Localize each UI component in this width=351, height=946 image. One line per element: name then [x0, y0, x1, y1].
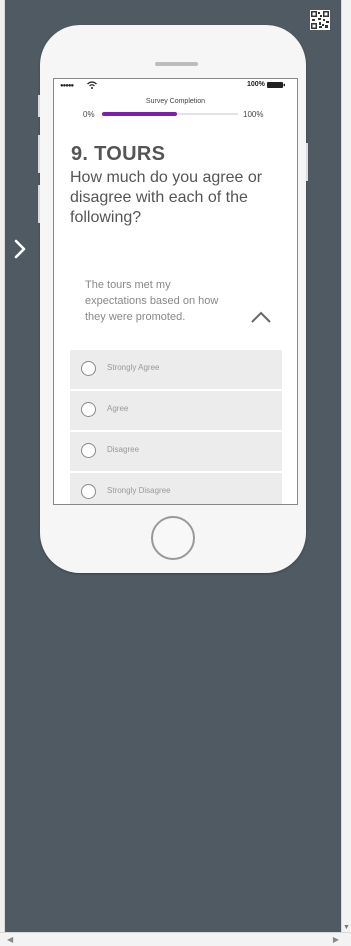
radio-button[interactable] [81, 402, 96, 417]
horizontal-scrollbar[interactable]: ◀ ▶ [0, 932, 351, 946]
home-button[interactable] [151, 516, 195, 560]
chevron-up-icon[interactable] [250, 310, 272, 324]
vertical-scrollbar[interactable]: ▼ [341, 0, 351, 933]
answer-option-disagree[interactable]: Disagree [70, 432, 282, 471]
battery-icon [267, 82, 285, 88]
progress-end-label: 100% [243, 110, 264, 119]
chevron-right-icon [14, 239, 26, 259]
survey-progress-fill [102, 112, 177, 116]
answer-option-label: Strongly Agree [107, 363, 160, 372]
preview-canvas: ●●●●● 100% Survey Completion 0% 100% 9. … [5, 0, 342, 933]
answer-option-strongly-agree[interactable]: Strongly Agree [70, 350, 282, 389]
question-title: 9. TOURS [71, 143, 166, 165]
radio-button[interactable] [81, 443, 96, 458]
next-page-arrow[interactable] [11, 236, 31, 262]
phone-side-button [38, 135, 40, 173]
scroll-right-arrow-icon[interactable]: ▶ [333, 935, 339, 944]
scroll-left-arrow-icon[interactable]: ◀ [7, 935, 13, 944]
battery-percentage: 100% [247, 81, 265, 88]
wifi-icon [87, 81, 97, 89]
survey-statement: The tours met my expectations based on h… [85, 279, 219, 323]
survey-progress-bar [102, 112, 238, 116]
answer-option-agree[interactable]: Agree [70, 391, 282, 430]
progress-start-label: 0% [83, 110, 95, 119]
phone-side-button [306, 143, 308, 181]
status-bar: ●●●●● 100% [54, 79, 297, 93]
survey-completion-label: Survey Completion [145, 98, 206, 105]
phone-mockup: ●●●●● 100% Survey Completion 0% 100% 9. … [38, 25, 308, 573]
answer-option-label: Disagree [107, 445, 140, 454]
answer-option-label: Agree [107, 404, 129, 413]
answer-option-strongly-disagree[interactable]: Strongly Disagree [70, 473, 282, 504]
phone-side-button [38, 185, 40, 223]
answer-option-label: Strongly Disagree [107, 486, 171, 495]
signal-dots: ●●●●● [60, 83, 74, 89]
question-text: How much do you agree or disagree with e… [70, 169, 263, 226]
scroll-down-arrow-icon[interactable]: ▼ [343, 924, 350, 931]
phone-screen: ●●●●● 100% Survey Completion 0% 100% 9. … [53, 78, 298, 505]
answer-options: Strongly Agree Agree Disagree Strongly D… [70, 350, 282, 504]
phone-speaker [155, 62, 198, 66]
qr-code-icon[interactable] [310, 10, 330, 30]
radio-button[interactable] [81, 361, 96, 376]
radio-button[interactable] [81, 484, 96, 499]
phone-side-button [38, 95, 40, 117]
